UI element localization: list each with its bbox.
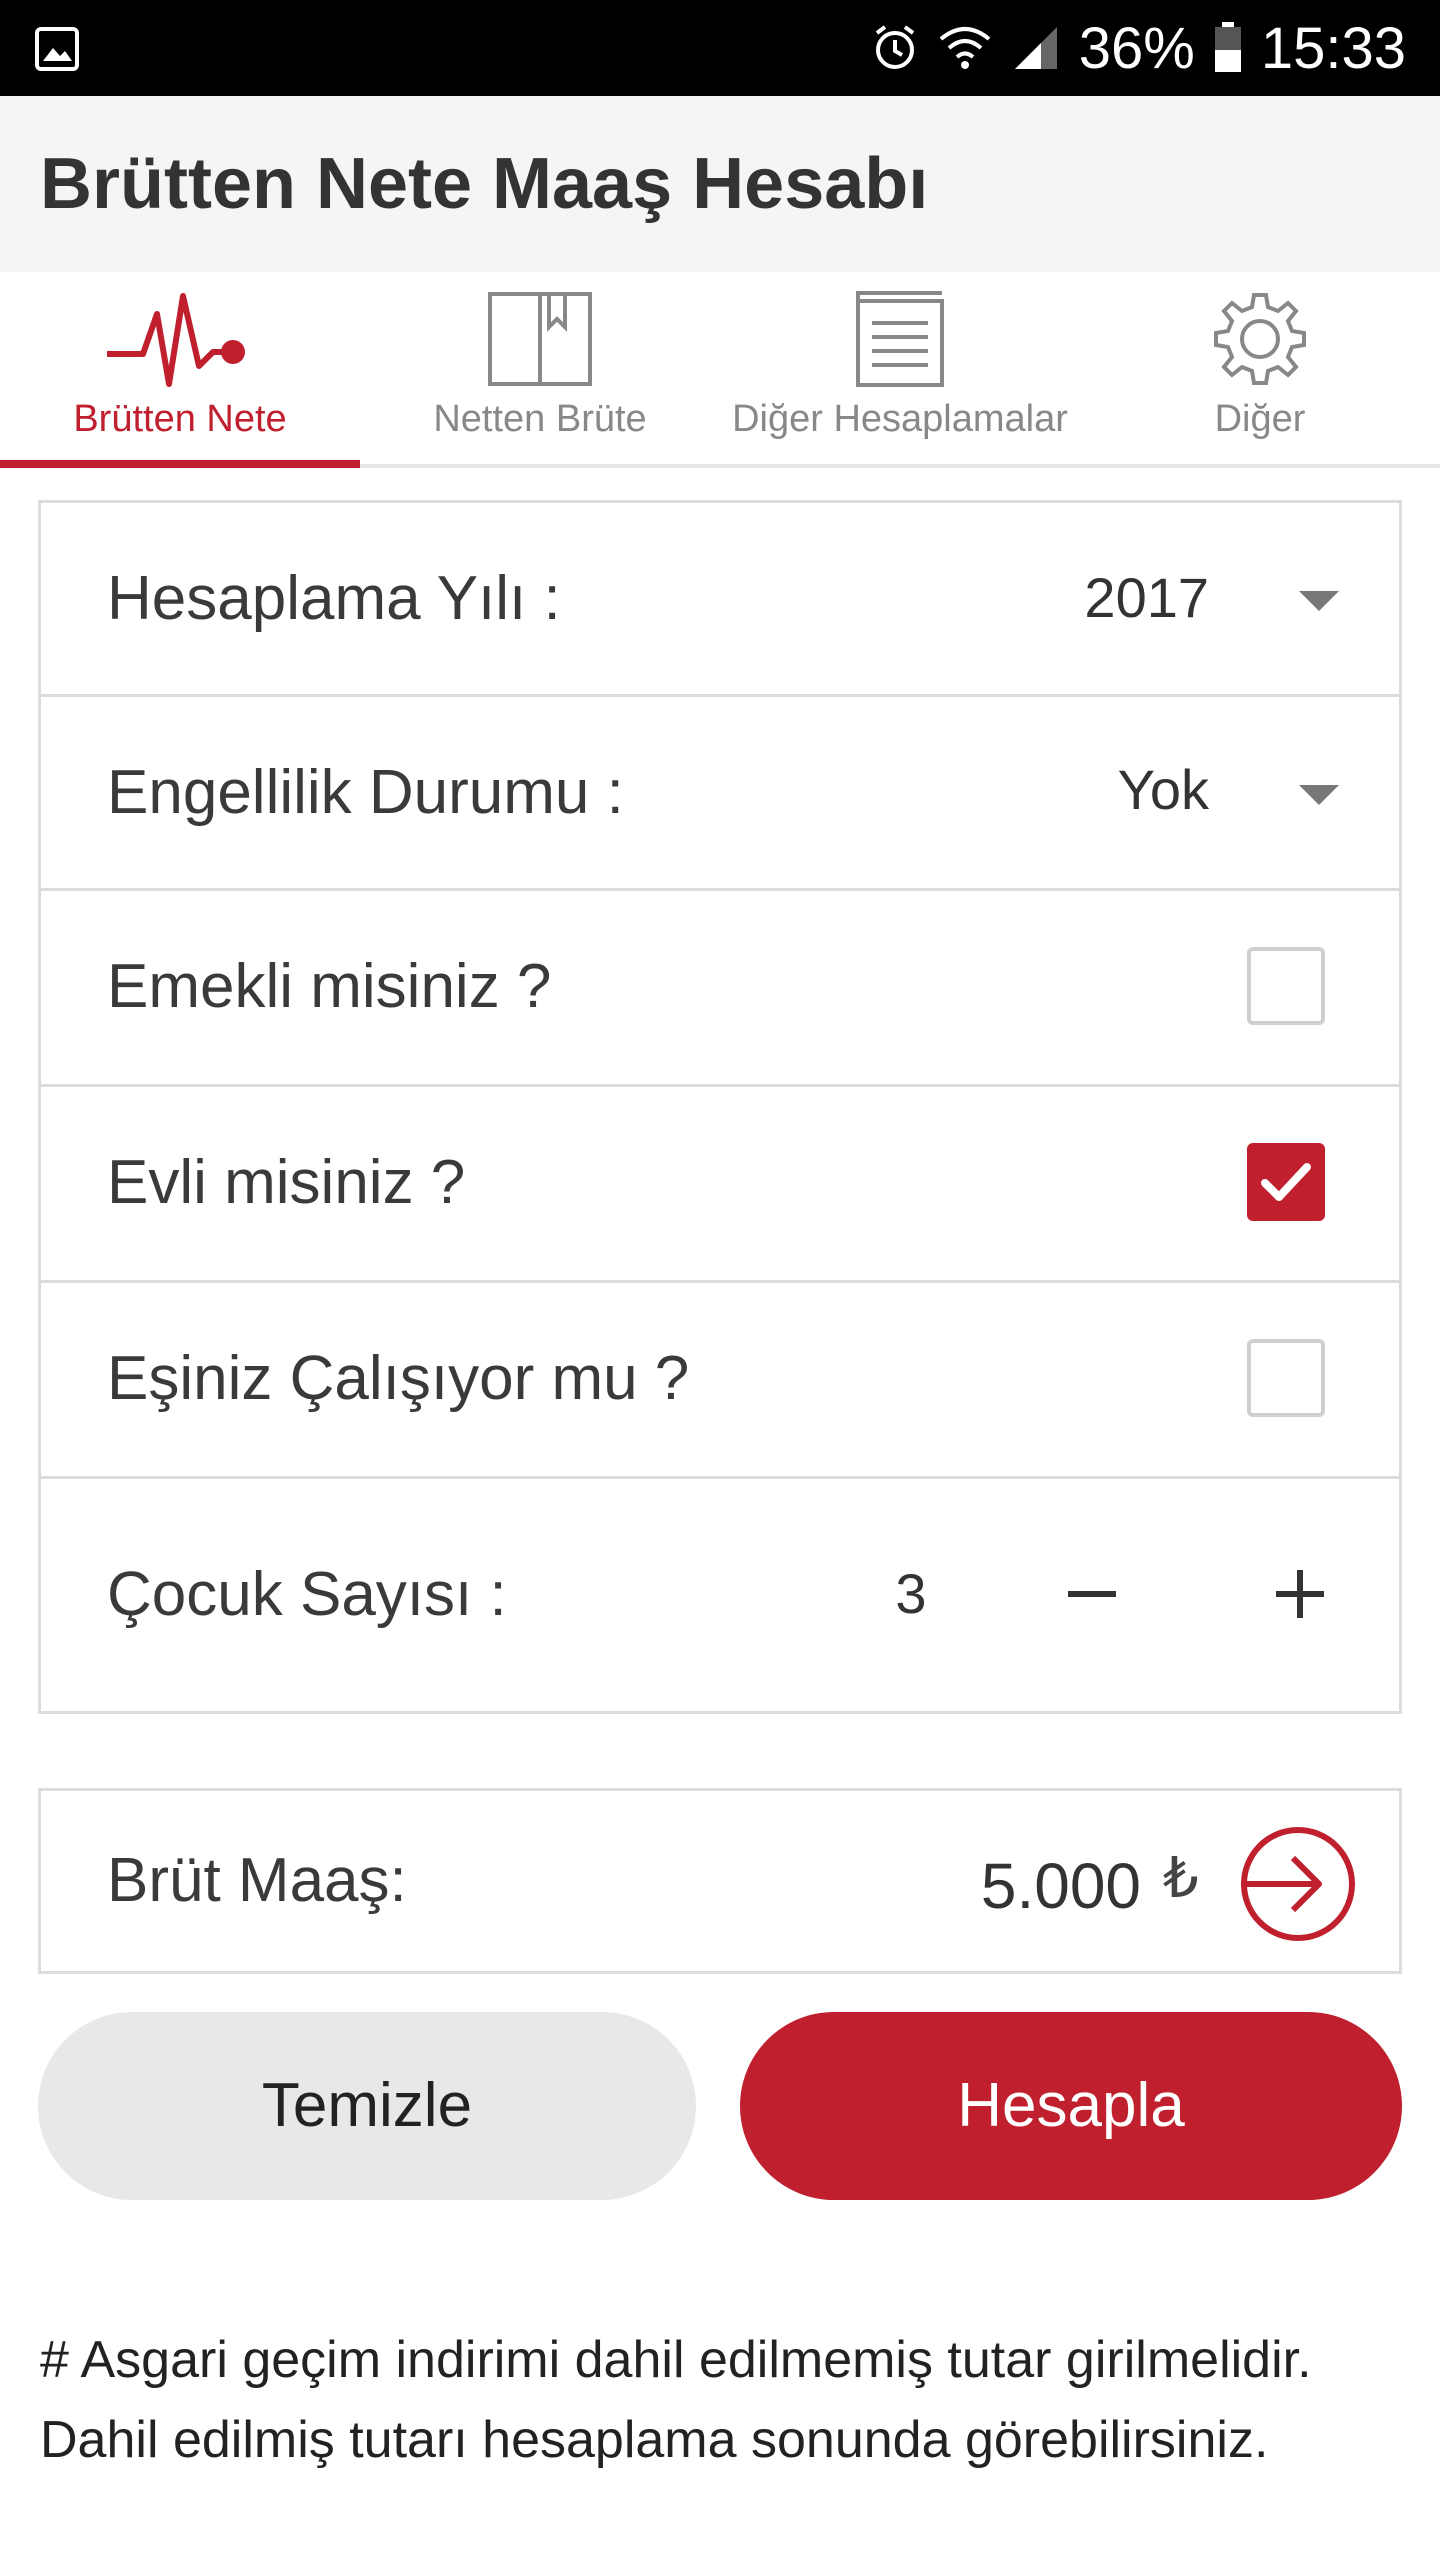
spouse-working-row: Eşiniz Çalışıyor mu ? — [41, 1283, 1399, 1479]
disability-select-value[interactable]: Yok — [1118, 757, 1209, 822]
year-row[interactable]: Hesaplama Yılı : 2017 — [41, 503, 1399, 697]
retired-row: Emekli misiniz ? — [41, 891, 1399, 1087]
decrement-button[interactable] — [1047, 1549, 1137, 1639]
book-icon — [488, 292, 592, 386]
battery-icon — [1214, 22, 1241, 72]
page-title: Brütten Nete Maaş Hesabı — [40, 144, 929, 224]
disability-row[interactable]: Engellilik Durumu : Yok — [41, 697, 1399, 891]
tab-label: Diğer Hesaplamalar — [732, 398, 1068, 440]
tab-diger[interactable]: Diğer — [1080, 272, 1440, 468]
chevron-down-icon[interactable] — [1299, 785, 1339, 805]
retired-checkbox[interactable] — [1247, 947, 1325, 1025]
alarm-icon — [875, 25, 914, 69]
submit-arrow-icon[interactable] — [1239, 1825, 1357, 1943]
heartbeat-icon — [107, 293, 245, 387]
married-label: Evli misiniz ? — [107, 1148, 466, 1217]
options-form: Hesaplama Yılı : 2017 Engellilik Durumu … — [38, 500, 1402, 1714]
spouse-working-label: Eşiniz Çalışıyor mu ? — [107, 1344, 690, 1413]
minus-icon — [1068, 1591, 1116, 1597]
gross-salary-field[interactable]: Brüt Maaş: 5.000 ₺ — [38, 1788, 1402, 1974]
tab-label: Diğer — [1214, 398, 1306, 440]
checkmark-icon — [1261, 1163, 1311, 1201]
status-bar: 36% 15:33 — [0, 0, 1440, 96]
tab-label: Brütten Nete — [73, 398, 287, 440]
tab-netten-brute[interactable]: Netten Brüte — [360, 272, 720, 468]
status-icons: 36% 15:33 — [871, 0, 1406, 96]
year-select-value[interactable]: 2017 — [1084, 565, 1209, 630]
wifi-icon — [939, 27, 991, 69]
year-label: Hesaplama Yılı : — [107, 564, 561, 633]
married-row: Evli misiniz ? — [41, 1087, 1399, 1283]
tab-bar: Brütten Nete Netten Brüte Diğer Hesaplam… — [0, 272, 1440, 468]
children-count: 3 — [895, 1562, 927, 1625]
active-tab-indicator — [0, 460, 360, 468]
gear-icon — [1214, 293, 1306, 385]
tab-label: Netten Brüte — [433, 398, 647, 440]
children-row: Çocuk Sayısı : 3 — [41, 1479, 1399, 1711]
calculate-button[interactable]: Hesapla — [740, 2012, 1402, 2200]
married-checkbox[interactable] — [1247, 1143, 1325, 1221]
increment-button[interactable] — [1255, 1549, 1345, 1639]
battery-percentage: 36% — [1078, 15, 1195, 81]
info-note: # Asgari geçim indirimi dahil edilmemiş … — [40, 2331, 1312, 2469]
gross-salary-label: Brüt Maaş: — [107, 1846, 407, 1915]
plus-icon — [1276, 1570, 1324, 1618]
lira-symbol: ₺ — [1163, 1846, 1199, 1909]
gross-salary-input[interactable]: 5.000 — [981, 1849, 1141, 1923]
app-bar: Brütten Nete Maaş Hesabı — [0, 96, 1440, 272]
children-label: Çocuk Sayısı : — [107, 1560, 507, 1629]
tab-brutten-nete[interactable]: Brütten Nete — [0, 272, 360, 468]
spouse-working-checkbox[interactable] — [1247, 1339, 1325, 1417]
signal-icon — [1014, 27, 1057, 69]
gallery-icon — [35, 27, 79, 71]
clear-button[interactable]: Temizle — [38, 2012, 696, 2200]
disability-label: Engellilik Durumu : — [107, 758, 624, 827]
chevron-down-icon[interactable] — [1299, 591, 1339, 611]
retired-label: Emekli misiniz ? — [107, 952, 552, 1021]
tab-diger-hesaplamalar[interactable]: Diğer Hesaplamalar — [720, 272, 1080, 468]
document-icon — [856, 291, 944, 387]
clock-time: 15:33 — [1260, 15, 1406, 81]
